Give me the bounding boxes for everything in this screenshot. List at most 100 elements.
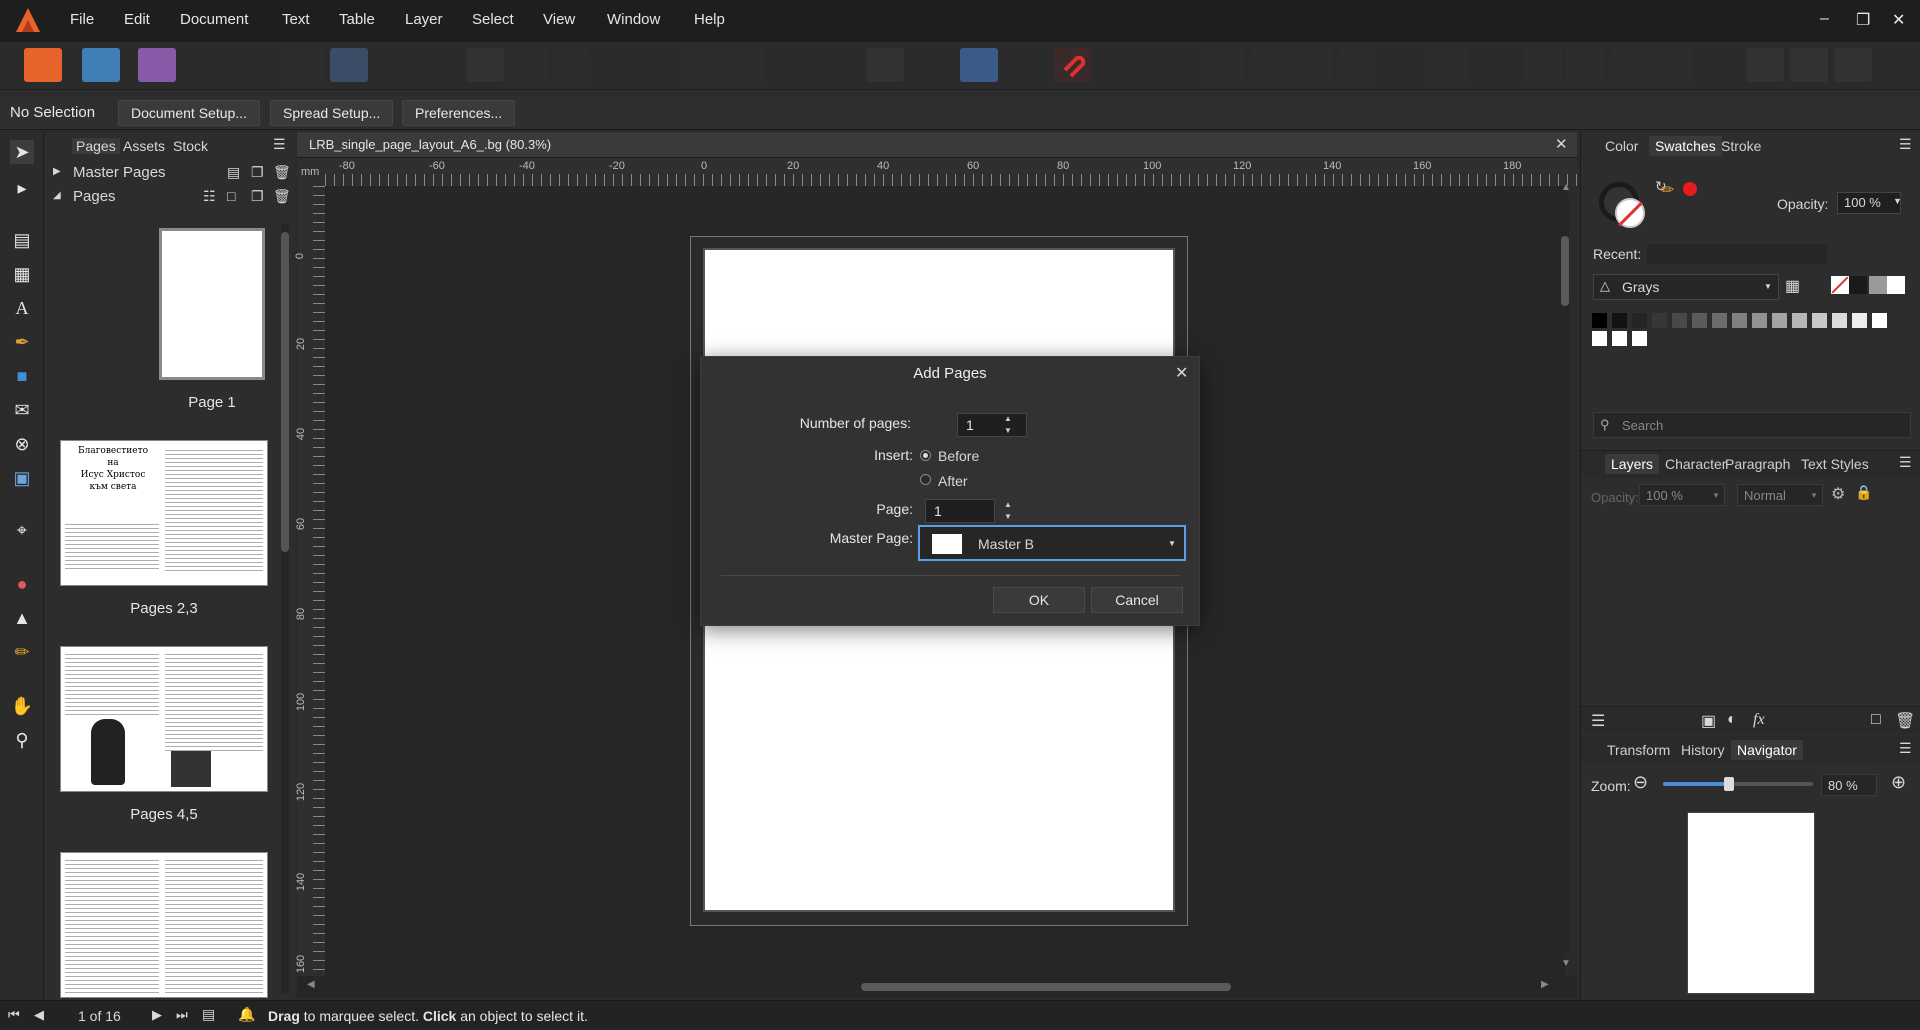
fx-icon[interactable]: fx [1753, 711, 1765, 729]
dialog-close-icon[interactable]: ✕ [1175, 363, 1188, 383]
menu-help[interactable]: Help [694, 11, 725, 28]
menu-layer[interactable]: Layer [405, 11, 443, 28]
gray-swatch[interactable] [1869, 276, 1887, 294]
layers-stack-icon[interactable]: ☰ [1591, 711, 1605, 731]
snapping-magnet-icon[interactable] [1054, 48, 1092, 82]
pages-2-3-thumbnail[interactable]: Благовестието на Исус Христос към света [60, 440, 268, 586]
insert-before-label[interactable]: Before [938, 448, 979, 464]
menu-view[interactable]: View [543, 11, 575, 28]
gray-swatch[interactable] [1811, 312, 1828, 329]
tab-character[interactable]: Character [1665, 456, 1726, 472]
lock-icon[interactable]: 🔒 [1855, 484, 1872, 501]
preferences-button[interactable]: Preferences... [402, 100, 516, 126]
gray-swatch[interactable] [1791, 312, 1808, 329]
last-page-icon[interactable]: ⏭ [176, 1007, 188, 1023]
add-master-icon[interactable]: ▤ [227, 164, 240, 181]
arrange-4-icon[interactable] [1338, 48, 1376, 82]
scroll-thumb[interactable] [861, 983, 1231, 991]
color-picker-icon[interactable]: ✏ [1661, 180, 1674, 200]
tab-assets[interactable]: Assets [123, 138, 165, 154]
move-tool-icon[interactable]: ➤ [10, 140, 34, 164]
delete-master-icon[interactable]: 🗑 [273, 164, 291, 181]
panel-menu-icon[interactable]: ☰ [1899, 740, 1912, 757]
search-field[interactable]: ⚲ Search [1593, 412, 1911, 438]
fill-tool-icon[interactable]: ● [10, 572, 34, 596]
page-view-icon[interactable]: ▤ [202, 1006, 215, 1023]
rotate-2-icon[interactable] [1654, 48, 1692, 82]
picked-color-swatch[interactable] [1683, 182, 1697, 196]
tab-color[interactable]: Color [1605, 138, 1638, 154]
gray-swatch[interactable] [1711, 312, 1728, 329]
mask-icon[interactable]: ▣ [1701, 711, 1716, 731]
scroll-up-icon[interactable]: ▲ [1561, 182, 1571, 193]
close-window-icon[interactable]: ✕ [1892, 10, 1905, 30]
previous-page-icon[interactable]: ◀ [34, 1007, 44, 1023]
gear-icon[interactable]: ⚙ [1831, 484, 1845, 504]
preflight-icon[interactable] [286, 48, 324, 82]
zoom-field[interactable]: 80 % [1821, 774, 1877, 796]
flip-icon[interactable] [1524, 48, 1562, 82]
delete-layer-icon[interactable]: 🗑 [1895, 711, 1915, 731]
page-options-icon[interactable]: ☷ [203, 188, 216, 205]
boolean-add-icon[interactable] [1746, 48, 1784, 82]
scroll-left-icon[interactable]: ◀ [307, 979, 315, 990]
crop-tool-icon[interactable]: ⌖ [10, 518, 34, 542]
gray-swatch[interactable] [1611, 312, 1628, 329]
zoom-slider[interactable] [1663, 777, 1813, 791]
view-mode-icon[interactable] [466, 48, 504, 82]
none-swatch-icon[interactable] [1831, 276, 1849, 294]
designer-persona-icon[interactable] [82, 48, 120, 82]
resource-manager-icon[interactable] [330, 48, 368, 82]
next-page-icon[interactable]: ▶ [152, 1007, 162, 1023]
menu-window[interactable]: Window [607, 11, 660, 28]
notification-bell-icon[interactable]: 🔔 [238, 1006, 255, 1023]
arrange-icon[interactable] [1206, 48, 1244, 82]
scroll-down-icon[interactable]: ▼ [1561, 958, 1571, 969]
tab-pages[interactable]: Pages [72, 138, 120, 154]
insert-before-radio[interactable] [920, 450, 931, 461]
menu-file[interactable]: File [70, 11, 94, 28]
gray-swatch[interactable] [1591, 330, 1608, 347]
gray-swatch[interactable] [1771, 312, 1788, 329]
duplicate-page-icon[interactable]: ❐ [251, 188, 264, 205]
close-document-icon[interactable]: ✕ [1555, 135, 1568, 153]
ellipse-frame-tool-icon[interactable]: ⊗ [10, 432, 34, 456]
tab-text-styles[interactable]: Text Styles [1801, 456, 1869, 472]
page-input[interactable]: 1 [925, 499, 995, 523]
add-layer-icon[interactable]: □ [1871, 711, 1881, 729]
blend-mode-select[interactable]: Normal ▼ [1737, 484, 1823, 506]
preview-icon[interactable] [866, 48, 904, 82]
zoom-in-icon[interactable]: ⊕ [1891, 772, 1906, 793]
ok-button[interactable]: OK [993, 587, 1085, 613]
number-of-pages-input[interactable]: 1 [957, 413, 1027, 437]
tab-history[interactable]: History [1681, 742, 1725, 758]
shape-tool-icon[interactable]: ■ [10, 364, 34, 388]
rotate-icon[interactable] [1610, 48, 1648, 82]
gray-swatch[interactable] [1671, 312, 1688, 329]
insert-after-radio[interactable] [920, 474, 931, 485]
picture-frame-tool-icon[interactable]: ✉ [10, 398, 34, 422]
gray-swatch[interactable] [1651, 312, 1668, 329]
gray-swatch[interactable] [1871, 312, 1888, 329]
gray-swatch[interactable] [1831, 312, 1848, 329]
add-page-icon[interactable]: □ [227, 188, 235, 204]
stroke-color-well-icon[interactable] [1615, 198, 1645, 228]
pin-icon[interactable] [686, 48, 724, 82]
gray-swatch[interactable] [1631, 312, 1648, 329]
document-setup-button[interactable]: Document Setup... [118, 100, 260, 126]
opacity-dropdown-icon[interactable]: ▼ [1893, 196, 1902, 206]
menu-table[interactable]: Table [339, 11, 375, 28]
minimize-icon[interactable]: – [1820, 10, 1829, 28]
pen-tool-icon[interactable]: ✒ [10, 330, 34, 354]
gray-swatch[interactable] [1731, 312, 1748, 329]
gray-swatch[interactable] [1851, 312, 1868, 329]
pin-2-icon[interactable] [726, 48, 764, 82]
tab-navigator[interactable]: Navigator [1731, 740, 1803, 760]
tab-stroke[interactable]: Stroke [1721, 138, 1761, 154]
arrange-3-icon[interactable] [1294, 48, 1332, 82]
color-picker-tool-icon[interactable]: ✏ [10, 640, 34, 664]
publisher-persona-icon[interactable] [24, 48, 62, 82]
adjustment-icon[interactable]: ◐ [1727, 711, 1737, 729]
table-tool-icon[interactable]: ▦ [10, 262, 34, 286]
panel-menu-icon[interactable]: ☰ [1899, 454, 1912, 471]
